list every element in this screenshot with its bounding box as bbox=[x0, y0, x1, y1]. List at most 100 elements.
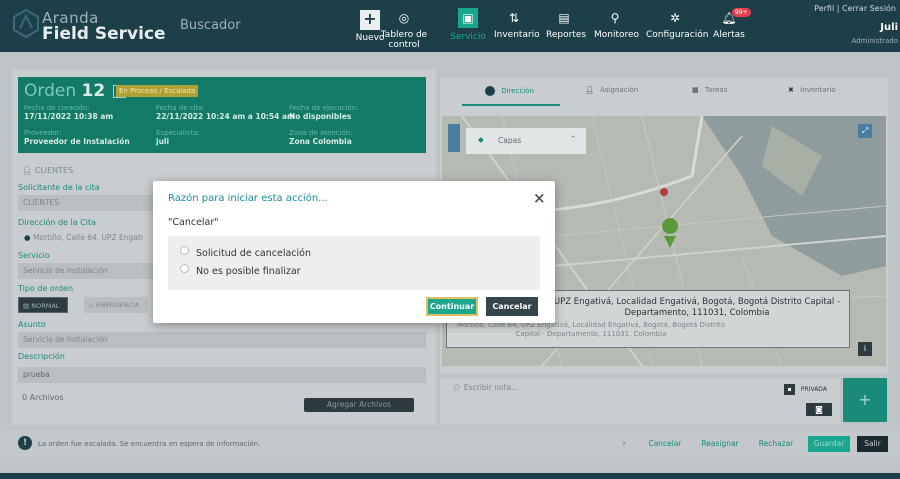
modal-cancel-button[interactable]: Cancelar bbox=[486, 297, 538, 316]
clients-section-label: CLIENTES bbox=[34, 166, 74, 175]
subject-field[interactable]: Servicio de Instalación bbox=[18, 332, 426, 348]
person-icon: 👤︎ bbox=[585, 86, 594, 94]
reason-modal: Razón para iniciar esta acción... × "Can… bbox=[153, 181, 555, 323]
bottom-bar bbox=[0, 473, 900, 479]
tab-label: Dirección bbox=[501, 87, 534, 95]
inventory-icon: ⇅ bbox=[508, 11, 520, 25]
tab-tasks[interactable]: ▦ Tareas bbox=[692, 86, 727, 94]
creation-value: 17/11/2022 10:38 am bbox=[24, 112, 114, 121]
modal-title: Razón para iniciar esta acción... bbox=[168, 193, 328, 204]
alerts-badge: 99+ bbox=[732, 8, 751, 17]
search-link[interactable]: Buscador bbox=[180, 18, 241, 33]
reject-button[interactable]: Rechazar bbox=[754, 436, 798, 452]
subject-label: Asunto bbox=[18, 320, 46, 329]
exit-button[interactable]: Salir bbox=[857, 436, 888, 452]
report-icon: ▤ bbox=[558, 11, 570, 25]
order-type-label: Tipo de orden bbox=[18, 284, 74, 293]
order-header: Orden 12 A En Proceso / Escalada Fecha d… bbox=[18, 77, 426, 153]
radio-button[interactable] bbox=[180, 264, 189, 273]
add-note-button[interactable]: + bbox=[843, 378, 887, 422]
tab-assignment[interactable]: 👤︎ Asignación bbox=[585, 86, 638, 94]
type-emergency-button[interactable]: ♨ EMERGENCIA bbox=[84, 297, 148, 313]
gauge-icon: ◎ bbox=[398, 11, 410, 25]
execution-label: Fecha de ejecución: bbox=[289, 104, 359, 112]
footer-cancel-button[interactable]: Cancelar bbox=[645, 436, 685, 452]
nav-service[interactable]: ▣ Servicio bbox=[448, 8, 488, 42]
tab-label: Tareas bbox=[704, 86, 728, 94]
execution-value: No disponibles bbox=[289, 112, 352, 121]
user-links[interactable]: Perfil | Cerrar Sesión bbox=[814, 4, 896, 13]
files-count: 0 Archivos bbox=[22, 393, 64, 402]
address-field[interactable]: ● Mortiño, Calle 64, UPZ Engati bbox=[18, 230, 153, 246]
reason-options: Solicitud de cancelación No es posible f… bbox=[168, 236, 540, 290]
zoom-control[interactable] bbox=[448, 124, 460, 152]
nav-monitoring[interactable]: ⚲ Monitoreo bbox=[594, 10, 640, 40]
tab-inventory[interactable]: ✖ Inventario bbox=[788, 86, 836, 94]
plus-icon: + bbox=[858, 390, 872, 409]
reason-option-label: No es posible finalizar bbox=[196, 266, 301, 277]
type-normal-button[interactable]: ▤ NORMAL bbox=[18, 297, 68, 313]
map-info-icon[interactable]: i bbox=[858, 342, 872, 356]
flame-icon: ♨ bbox=[88, 301, 94, 309]
comment-icon: 💬︎ bbox=[452, 383, 462, 392]
nav-label: Alertas bbox=[713, 30, 745, 40]
appointment-label: Fecha de cita: bbox=[156, 104, 205, 112]
lock-icon: ▪ bbox=[784, 384, 795, 395]
order-title-prefix: Orden bbox=[24, 81, 77, 101]
tab-address[interactable]: Dirección bbox=[485, 86, 534, 96]
tools-icon: ✖ bbox=[788, 86, 794, 94]
close-icon[interactable]: × bbox=[533, 189, 546, 207]
add-files-button[interactable]: Agregar Archivos bbox=[304, 398, 414, 412]
top-bar: Aranda Field Service Buscador + Nuevo ◎ … bbox=[0, 0, 900, 52]
gear-icon: ✲ bbox=[669, 11, 681, 25]
address-short: Mortiño, Calle 64, UPZ Engativá, Localid… bbox=[456, 321, 726, 338]
provider-label: Proveedor: bbox=[24, 129, 62, 137]
chevron-right-icon[interactable]: › bbox=[622, 438, 626, 449]
nav-inventory[interactable]: ⇅ Inventario bbox=[494, 10, 540, 40]
private-toggle[interactable]: ▪ PRIVADA bbox=[784, 384, 827, 395]
description-label: Descripción bbox=[18, 352, 65, 361]
continue-button[interactable]: Continuar bbox=[426, 297, 478, 316]
expand-map-icon[interactable]: ⤢ bbox=[858, 124, 872, 138]
info-message: La orden fue escalada. Se encuentra en e… bbox=[38, 440, 261, 448]
camera-icon[interactable]: ◙ bbox=[806, 403, 832, 416]
tab-label: Asignación bbox=[600, 86, 639, 94]
nav-label: Configuración bbox=[646, 30, 709, 40]
zone-label: Zona de atención: bbox=[289, 129, 353, 137]
nav-alerts[interactable]: 🔔︎ 99+ Alertas bbox=[712, 8, 751, 40]
nav-settings[interactable]: ✲ Configuración bbox=[646, 10, 708, 40]
service-field[interactable]: Servicio de Instalación bbox=[18, 263, 153, 279]
address-full: UPZ Engativá, Localidad Engativá, Bogotá… bbox=[553, 297, 841, 318]
requester-label: Solicitante de la cita bbox=[18, 183, 100, 192]
provider-value: Proveedor de Instalación bbox=[24, 137, 130, 146]
radio-button[interactable] bbox=[180, 246, 189, 255]
document-icon: ▤ bbox=[23, 302, 30, 310]
layers-dropdown[interactable]: ◆ Capas ⌃ bbox=[466, 128, 586, 154]
calendar-icon: ▦ bbox=[692, 86, 699, 94]
order-title: Orden 12 A bbox=[24, 81, 126, 101]
person-icon: 👤︎ bbox=[22, 166, 33, 175]
layers-label: Capas bbox=[498, 136, 522, 145]
note-input[interactable]: 💬︎ Escribir nota... bbox=[452, 383, 518, 392]
pin-icon bbox=[485, 86, 495, 96]
nav-label: Tablero de control bbox=[380, 30, 428, 50]
save-button[interactable]: Guardar bbox=[808, 436, 850, 452]
note-placeholder: Escribir nota... bbox=[463, 383, 519, 392]
nav-label: Servicio bbox=[450, 32, 486, 42]
reason-option-label: Solicitud de cancelación bbox=[196, 248, 311, 259]
tab-label: Inventario bbox=[800, 86, 836, 94]
zone-value: Zona Colombia bbox=[289, 137, 352, 146]
nav-label: Monitoreo bbox=[594, 30, 640, 40]
reason-option-cancel-request[interactable]: Solicitud de cancelación bbox=[180, 246, 311, 259]
type-normal-label: NORMAL bbox=[31, 302, 60, 310]
nav-dashboard[interactable]: ◎ Tablero de control bbox=[372, 10, 436, 50]
reassign-button[interactable]: Reasignar bbox=[698, 436, 742, 452]
reason-option-not-possible[interactable]: No es posible finalizar bbox=[180, 264, 301, 277]
clients-section: 👤︎ CLIENTES bbox=[22, 166, 73, 175]
description-field[interactable]: prueba bbox=[18, 367, 426, 383]
active-tab-indicator bbox=[462, 104, 560, 106]
nav-label: Inventario bbox=[494, 30, 540, 40]
aranda-logo-icon bbox=[13, 8, 39, 38]
nav-reports[interactable]: ▤ Reportes bbox=[546, 10, 586, 40]
chevron-up-icon: ⌃ bbox=[570, 134, 577, 143]
